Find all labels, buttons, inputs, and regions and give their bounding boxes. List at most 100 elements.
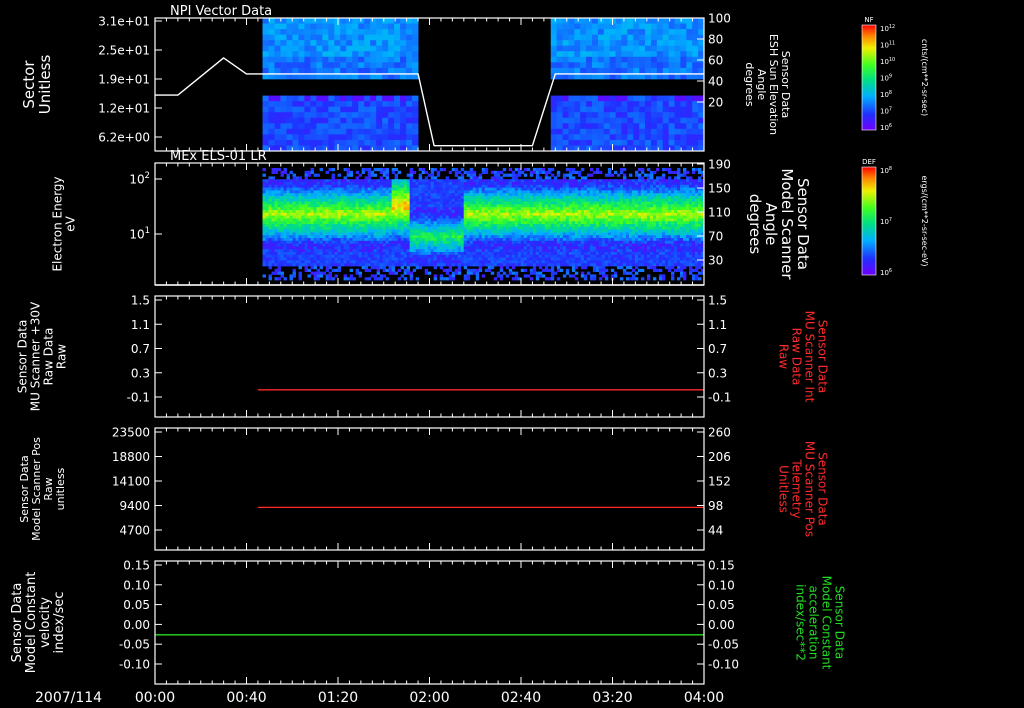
heatmap-cell	[592, 240, 597, 244]
heatmap-cell	[445, 221, 450, 225]
heatmap-cell	[571, 168, 576, 172]
heatmap-cell	[454, 238, 459, 242]
heatmap-cell	[586, 252, 591, 256]
heatmap-cell	[490, 201, 495, 205]
heatmap-cell	[586, 56, 593, 63]
heatmap-cell	[280, 204, 284, 208]
heatmap-cell	[580, 112, 587, 119]
heatmap-cell	[439, 240, 444, 244]
heatmap-cell	[568, 117, 575, 124]
heatmap-cell	[394, 56, 401, 63]
heatmap-cell	[508, 254, 513, 258]
heatmap-cell	[532, 201, 537, 205]
heatmap-cell	[424, 179, 429, 183]
heatmap-cell	[499, 274, 504, 278]
heatmap-cell	[331, 235, 335, 239]
heatmap-cell	[577, 201, 582, 205]
heatmap-cell	[457, 190, 462, 194]
heatmap-cell	[370, 182, 375, 186]
heatmap-cell	[379, 179, 384, 183]
heatmap-cell	[559, 193, 564, 197]
heatmap-cell	[310, 226, 314, 230]
heatmap-cell	[280, 190, 284, 194]
heatmap-cell	[442, 201, 447, 205]
heatmap-cell	[550, 128, 558, 135]
heatmap-cell	[586, 184, 591, 188]
heatmap-cell	[433, 260, 438, 264]
heatmap-cell	[298, 210, 302, 214]
heatmap-cell	[277, 190, 281, 194]
heatmap-cell	[400, 226, 405, 230]
heatmap-cell	[645, 106, 652, 113]
heatmap-cell	[692, 40, 699, 47]
heatmap-cell	[499, 221, 504, 225]
heatmap-cell	[571, 170, 576, 174]
heatmap-cell	[674, 45, 681, 52]
heatmap-cell	[346, 243, 351, 247]
heatmap-cell	[460, 243, 465, 247]
heatmap-cell	[349, 215, 354, 219]
heatmap-cell	[361, 235, 366, 239]
heatmap-cell	[580, 101, 587, 108]
heatmap-cell	[262, 182, 266, 186]
heatmap-cell	[469, 254, 474, 258]
heatmap-cell	[403, 182, 408, 186]
heatmap-cell	[379, 207, 384, 211]
heatmap-cell	[650, 101, 658, 108]
heatmap-cell	[382, 201, 387, 205]
heatmap-cell	[574, 117, 581, 124]
heatmap-cell	[544, 246, 549, 250]
heatmap-cell	[436, 204, 441, 208]
heatmap-cell	[592, 232, 597, 236]
heatmap-cell	[385, 246, 390, 250]
heatmap-cell	[382, 182, 387, 186]
heatmap-cell	[650, 128, 658, 135]
heatmap-cell	[394, 23, 401, 30]
heatmap-cell	[565, 260, 570, 264]
heatmap-cell	[574, 271, 579, 275]
heatmap-cell	[529, 268, 534, 272]
heatmap-cell	[493, 235, 498, 239]
heatmap-cell	[592, 207, 597, 211]
heatmap-cell	[583, 207, 588, 211]
heatmap-cell	[424, 252, 429, 256]
heatmap-cell	[370, 123, 377, 130]
heatmap-cell	[301, 201, 305, 205]
heatmap-cell	[457, 224, 462, 228]
heatmap-cell	[571, 240, 576, 244]
heatmap-cell	[562, 139, 569, 146]
heatmap-cell	[412, 215, 417, 219]
heatmap-cell	[520, 193, 525, 197]
heatmap-cell	[466, 201, 471, 205]
heatmap-cell	[562, 263, 567, 267]
heatmap-cell	[385, 179, 390, 183]
heatmap-cell	[430, 246, 435, 250]
heatmap-cell	[514, 240, 519, 244]
heatmap-cell	[436, 221, 441, 225]
heatmap-cell	[499, 246, 504, 250]
heatmap-cell	[316, 260, 320, 264]
heatmap-cell	[592, 117, 599, 124]
heatmap-cell	[310, 215, 314, 219]
heatmap-cell	[463, 257, 468, 261]
heatmap-cell	[469, 238, 474, 242]
heatmap-cell	[589, 190, 594, 194]
heatmap-cell	[556, 226, 561, 230]
heatmap-cell	[517, 257, 522, 261]
heatmap-cell	[316, 187, 320, 191]
heatmap-cell	[445, 179, 450, 183]
heatmap-cell	[352, 184, 357, 188]
heatmap-cell	[686, 101, 693, 108]
heatmap-cell	[298, 224, 302, 228]
heatmap-cell	[460, 187, 465, 191]
heatmap-cell	[544, 201, 549, 205]
heatmap-cell	[460, 204, 465, 208]
heatmap-cell	[427, 235, 432, 239]
heatmap-cell	[592, 224, 597, 228]
heatmap-cell	[364, 106, 371, 113]
heatmap-cell	[627, 117, 634, 124]
heatmap-cell	[322, 62, 329, 69]
heatmap-cell	[457, 235, 462, 239]
heatmap-cell	[406, 207, 411, 211]
heatmap-cell	[373, 229, 378, 233]
